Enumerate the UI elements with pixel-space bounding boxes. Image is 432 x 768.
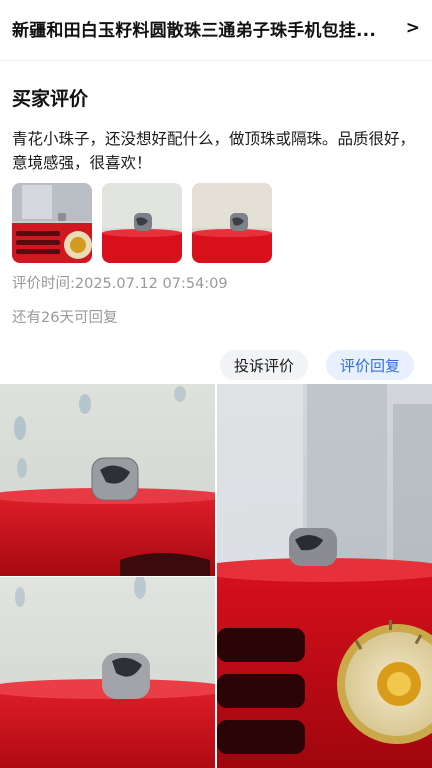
review-text: 青花小珠子，还没想好配什么，做顶珠或隔珠。品质很好，意境感强，很喜欢！ — [12, 130, 416, 172]
review-photo-1[interactable] — [0, 384, 215, 576]
radio-photo-image — [12, 183, 92, 263]
review-thumbnail-3[interactable] — [192, 183, 272, 263]
review-thumbnails — [12, 183, 272, 263]
product-header[interactable]: 新疆和田白玉籽料圆散珠三通弟子珠手机包挂... > — [0, 0, 432, 56]
bead-photo-image — [0, 577, 215, 768]
bead-photo-image — [102, 183, 182, 263]
bead-photo-image — [0, 384, 215, 576]
bead-photo-image — [192, 183, 272, 263]
review-photo-3[interactable] — [217, 384, 432, 768]
product-title[interactable]: 新疆和田白玉籽料圆散珠三通弟子珠手机包挂... — [12, 16, 398, 41]
radio-photo-image — [217, 384, 432, 768]
reply-review-button[interactable]: 评价回复 — [326, 350, 415, 380]
section-title: 买家评价 — [12, 88, 89, 110]
review-time: 评价时间:2025.07.12 07:54:09 — [12, 276, 228, 292]
header-divider — [0, 60, 432, 61]
complain-review-button[interactable]: 投诉评价 — [220, 350, 309, 380]
review-photo-2[interactable] — [0, 577, 215, 768]
reply-remaining-text: 还有26天可回复 — [12, 310, 118, 326]
review-thumbnail-1[interactable] — [12, 183, 92, 263]
review-thumbnail-2[interactable] — [102, 183, 182, 263]
chevron-right-icon[interactable]: > — [398, 18, 420, 38]
